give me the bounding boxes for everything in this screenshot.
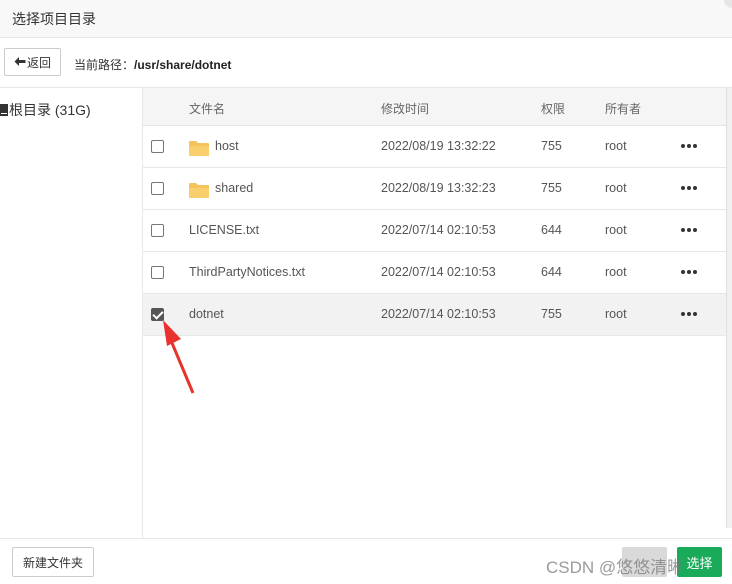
table-row[interactable]: host 2022/08/19 13:32:22 755 root: [143, 126, 726, 168]
row-perm: 755: [541, 181, 562, 195]
row-checkbox[interactable]: [151, 266, 164, 279]
close-corner[interactable]: [724, 0, 732, 8]
row-checkbox[interactable]: [151, 182, 164, 195]
more-icon[interactable]: [680, 308, 698, 320]
row-name[interactable]: dotnet: [189, 307, 224, 321]
dialog-title: 选择项目目录: [12, 11, 96, 27]
table-row[interactable]: shared 2022/08/19 13:32:23 755 root: [143, 168, 726, 210]
table-header: 文件名 修改时间 权限 所有者: [143, 88, 726, 126]
folder-icon: [189, 141, 209, 156]
dialog-titlebar: 选择项目目录: [0, 0, 732, 38]
row-modified: 2022/07/14 02:10:53: [381, 307, 496, 321]
row-owner: root: [605, 265, 627, 279]
vertical-scrollbar[interactable]: [726, 88, 732, 528]
path-toolbar: 返回 当前路径：/usr/share/dotnet: [0, 38, 732, 88]
drive-icon: [0, 104, 8, 116]
row-name[interactable]: ThirdPartyNotices.txt: [189, 265, 305, 279]
row-owner: root: [605, 139, 627, 153]
header-owner[interactable]: 所有者: [605, 100, 641, 117]
table-row[interactable]: dotnet 2022/07/14 02:10:53 755 root: [143, 294, 726, 336]
table-row[interactable]: ThirdPartyNotices.txt 2022/07/14 02:10:5…: [143, 252, 726, 294]
row-modified: 2022/07/14 02:10:53: [381, 223, 496, 237]
row-perm: 755: [541, 307, 562, 321]
row-owner: root: [605, 181, 627, 195]
header-modified[interactable]: 修改时间: [381, 100, 429, 117]
header-name[interactable]: 文件名: [189, 100, 225, 117]
row-name[interactable]: host: [215, 139, 239, 153]
more-icon[interactable]: [680, 140, 698, 152]
back-button-label: 返回: [26, 55, 51, 70]
row-modified: 2022/08/19 13:32:23: [381, 181, 496, 195]
disabled-button: [622, 547, 667, 577]
new-folder-button[interactable]: 新建文件夹: [12, 547, 94, 577]
back-arrow-icon: [14, 57, 26, 66]
row-modified: 2022/07/14 02:10:53: [381, 265, 496, 279]
row-owner: root: [605, 307, 627, 321]
confirm-button[interactable]: 选择: [677, 547, 722, 577]
path-label: 当前路径：: [74, 58, 135, 72]
header-perm[interactable]: 权限: [541, 100, 565, 117]
row-owner: root: [605, 223, 627, 237]
row-perm: 644: [541, 223, 562, 237]
sidebar-item-root[interactable]: 根目录 (31G): [0, 100, 91, 120]
sidebar-item-label: 根目录 (31G): [9, 102, 91, 118]
row-checkbox[interactable]: [151, 140, 164, 153]
row-modified: 2022/08/19 13:32:22: [381, 139, 496, 153]
more-icon[interactable]: [680, 266, 698, 278]
path-value: /usr/share/dotnet: [134, 58, 232, 72]
row-name[interactable]: shared: [215, 181, 253, 195]
row-perm: 755: [541, 139, 562, 153]
folder-icon: [189, 183, 209, 198]
row-checkbox[interactable]: [151, 224, 164, 237]
table-row[interactable]: LICENSE.txt 2022/07/14 02:10:53 644 root: [143, 210, 726, 252]
dialog-footer: 新建文件夹 选择 CSDN @悠悠清晰: [0, 538, 732, 584]
current-path: 当前路径：/usr/share/dotnet: [74, 56, 231, 73]
more-icon[interactable]: [680, 182, 698, 194]
row-checkbox[interactable]: [151, 308, 164, 321]
more-icon[interactable]: [680, 224, 698, 236]
row-perm: 644: [541, 265, 562, 279]
file-table: 文件名 修改时间 权限 所有者 host 2022/08/19 13:32:22…: [143, 88, 726, 538]
directory-sidebar: 根目录 (31G): [0, 88, 143, 538]
back-button[interactable]: 返回: [4, 48, 61, 76]
row-name[interactable]: LICENSE.txt: [189, 223, 259, 237]
